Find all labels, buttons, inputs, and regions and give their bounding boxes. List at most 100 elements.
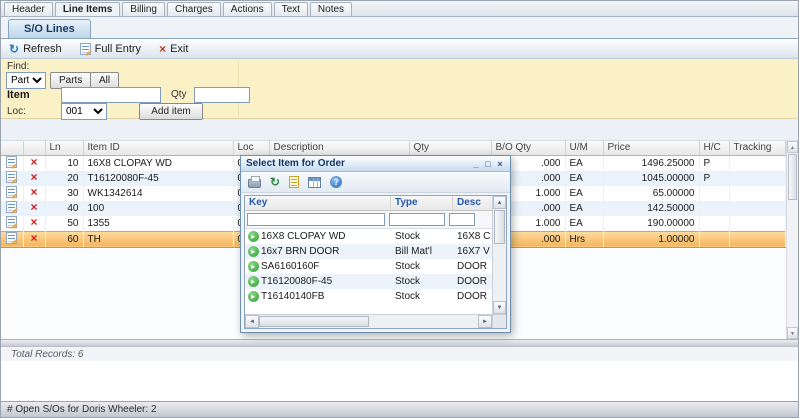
- total-records: Total Records: 6: [1, 347, 798, 360]
- edit-row-icon[interactable]: [6, 216, 17, 228]
- edit-row-icon[interactable]: [6, 156, 17, 168]
- col-delete: [23, 141, 45, 155]
- dialog-item-row[interactable]: ▸ SA6160160F Stock DOOR: [245, 259, 506, 274]
- export-table-icon[interactable]: [308, 177, 321, 188]
- dialog-item-row[interactable]: ▸ T16120080F-45 Stock DOOR: [245, 274, 506, 289]
- col-um[interactable]: U/M: [565, 141, 603, 155]
- empty-area: [1, 361, 798, 401]
- form-pencil-icon: [80, 43, 91, 55]
- delete-row-icon[interactable]: ×: [30, 155, 37, 169]
- tab-so-lines[interactable]: S/O Lines: [8, 19, 91, 38]
- col-loc[interactable]: Loc: [233, 141, 269, 155]
- dialog-horizontal-scrollbar[interactable]: ◄ ►: [245, 314, 492, 328]
- full-entry-button[interactable]: Full Entry: [80, 43, 141, 55]
- dialog-title-bar[interactable]: Select Item for Order _ □ ×: [241, 156, 510, 172]
- cell-um: EA: [565, 155, 603, 171]
- edit-row-icon[interactable]: [6, 201, 17, 213]
- print-icon[interactable]: [248, 179, 261, 188]
- key-filter-input[interactable]: [247, 213, 385, 226]
- dialog-refresh-icon[interactable]: ↻: [270, 175, 280, 189]
- col-price[interactable]: Price: [603, 141, 699, 155]
- qty-label: Qty: [171, 89, 187, 100]
- scrollbar-thumb[interactable]: [259, 316, 369, 327]
- cell-um: Hrs: [565, 231, 603, 247]
- col-bo-qty[interactable]: B/O Qty: [491, 141, 565, 155]
- dialog-col-type[interactable]: Type: [391, 196, 453, 210]
- minimize-button[interactable]: _: [470, 157, 482, 171]
- dialog-item-row[interactable]: ▸ 16X8 CLOPAY WD Stock 16X8 C: [245, 229, 506, 244]
- tab-header[interactable]: Header: [4, 2, 53, 16]
- find-type-select[interactable]: Part: [6, 72, 46, 89]
- tab-charges[interactable]: Charges: [167, 2, 221, 16]
- col-description[interactable]: Description: [269, 141, 409, 155]
- delete-row-icon[interactable]: ×: [30, 216, 37, 230]
- col-tracking[interactable]: Tracking: [729, 141, 786, 155]
- maximize-button[interactable]: □: [482, 157, 494, 171]
- tab-notes[interactable]: Notes: [310, 2, 352, 16]
- scroll-right-button[interactable]: ►: [478, 315, 492, 328]
- select-item-icon[interactable]: ▸: [248, 276, 259, 287]
- help-icon[interactable]: ?: [330, 176, 342, 188]
- dialog-cell-type: Stock: [391, 261, 453, 272]
- tab-actions[interactable]: Actions: [223, 2, 272, 16]
- col-ln[interactable]: Ln: [45, 141, 83, 155]
- delete-row-icon[interactable]: ×: [30, 186, 37, 200]
- scrollbar-thumb[interactable]: [494, 210, 505, 244]
- edit-row-icon[interactable]: [6, 186, 17, 198]
- delete-row-icon[interactable]: ×: [30, 231, 37, 245]
- cell-tracking: [729, 201, 786, 216]
- delete-row-icon[interactable]: ×: [30, 201, 37, 215]
- scrollbar-thumb[interactable]: [788, 154, 797, 200]
- col-item-id[interactable]: Item ID: [83, 141, 233, 155]
- cell-tracking: [729, 231, 786, 247]
- exit-button[interactable]: × Exit: [159, 42, 188, 56]
- delete-row-icon[interactable]: ×: [30, 171, 37, 185]
- dialog-item-row[interactable]: ▸ 16x7 BRN DOOR Bill Mat'l 16X7 V: [245, 244, 506, 259]
- cell-ln: 10: [45, 155, 83, 171]
- document-icon[interactable]: [289, 176, 299, 188]
- tab-text[interactable]: Text: [274, 2, 308, 16]
- cell-tracking: [729, 155, 786, 171]
- col-hc[interactable]: H/C: [699, 141, 729, 155]
- close-button[interactable]: ×: [494, 157, 506, 171]
- cell-price: 1045.00000: [603, 171, 699, 186]
- edit-row-icon[interactable]: [6, 171, 17, 183]
- cell-tracking: [729, 216, 786, 232]
- status-text: # Open S/Os for Doris Wheeler: 2: [7, 404, 157, 415]
- grid-vertical-scrollbar[interactable]: ▲ ▼: [786, 141, 798, 339]
- cell-ln: 50: [45, 216, 83, 232]
- add-item-button[interactable]: Add item: [139, 103, 203, 120]
- desc-filter-input[interactable]: [449, 213, 475, 226]
- dialog-item-row[interactable]: ▸ T16140140FB Stock DOOR: [245, 289, 506, 304]
- type-filter-input[interactable]: [389, 213, 445, 226]
- tab-billing[interactable]: Billing: [122, 2, 165, 16]
- select-item-icon[interactable]: ▸: [248, 261, 259, 272]
- scroll-down-button[interactable]: ▼: [493, 301, 506, 314]
- dialog-col-key[interactable]: Key: [245, 196, 391, 210]
- select-item-icon[interactable]: ▸: [248, 231, 259, 242]
- toolbar: ↻ Refresh Full Entry × Exit: [1, 39, 798, 59]
- scroll-left-button[interactable]: ◄: [245, 315, 259, 328]
- cell-price: 1.00000: [603, 231, 699, 247]
- select-item-icon[interactable]: ▸: [248, 246, 259, 257]
- scroll-up-button[interactable]: ▲: [787, 141, 798, 153]
- grid-gap-band: [1, 119, 798, 141]
- col-qty[interactable]: Qty: [409, 141, 491, 155]
- scroll-down-button[interactable]: ▼: [787, 327, 798, 339]
- qty-input[interactable]: [194, 87, 250, 103]
- scroll-up-button[interactable]: ▲: [493, 196, 506, 209]
- refresh-button[interactable]: ↻ Refresh: [9, 42, 62, 56]
- cell-ln: 60: [45, 231, 83, 247]
- item-input[interactable]: [61, 87, 161, 103]
- cell-item-id: 100: [83, 201, 233, 216]
- refresh-label: Refresh: [23, 43, 62, 55]
- edit-row-icon[interactable]: [6, 232, 17, 244]
- cell-item-id: 1355: [83, 216, 233, 232]
- select-item-icon[interactable]: ▸: [248, 291, 259, 302]
- dialog-vertical-scrollbar[interactable]: ▲ ▼: [492, 196, 506, 314]
- dialog-header-row: Key Type Desc: [245, 196, 506, 211]
- dialog-cell-key: 16x7 BRN DOOR: [261, 246, 391, 257]
- loc-select[interactable]: 001: [61, 103, 107, 120]
- cell-um: EA: [565, 186, 603, 201]
- tab-line-items[interactable]: Line Items: [55, 2, 120, 16]
